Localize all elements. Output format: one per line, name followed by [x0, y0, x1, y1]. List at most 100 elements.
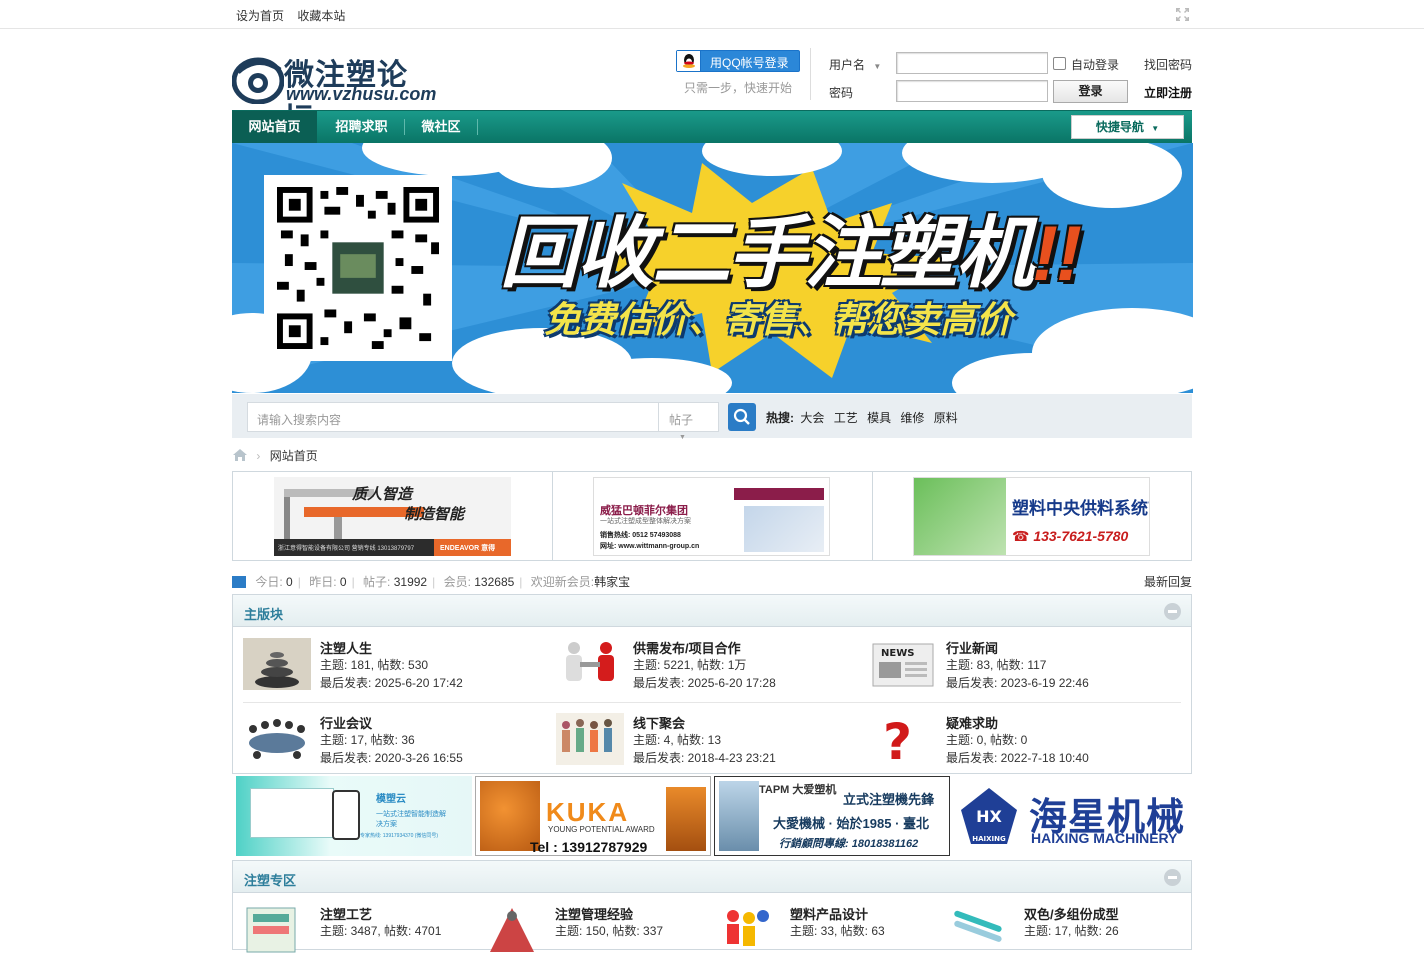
ad-cell: 质人智造 制造智能 浙江意得智能设备有限公司 营销专线 13013879797 …	[233, 472, 553, 560]
forum-name[interactable]: 供需发布/项目合作	[633, 638, 741, 657]
forum-item[interactable]: 供需发布/项目合作 主题: 5221, 帖数: 1万 最后发表: 2025-6-…	[556, 638, 856, 702]
hot-term[interactable]: 原料	[934, 411, 958, 425]
forum-last-post[interactable]: 最后发表: 2020-3-26 16:55	[320, 749, 463, 766]
username-input[interactable]	[896, 52, 1048, 74]
factory-illustration	[914, 478, 1006, 555]
hot-term[interactable]: 维修	[900, 411, 924, 425]
ad-wittmann[interactable]: 威猛巴顿菲尔集团 一站式注塑成型整体解决方案 销售热线: 0512 574930…	[593, 477, 830, 556]
main-nav: 网站首页 招聘求职 微社区 快捷导航 ▼	[232, 110, 1192, 143]
breadcrumb: › 网站首页	[233, 447, 318, 464]
ad-cell: 威猛巴顿菲尔集团 一站式注塑成型整体解决方案 销售热线: 0512 574930…	[553, 472, 873, 560]
toothbrush-icon	[954, 910, 1002, 942]
nav-community[interactable]: 微社区	[406, 111, 476, 143]
forum-item[interactable]: NEWS 行业新闻 主题: 83, 帖数: 117 最后发表: 2023-6-1…	[869, 638, 1169, 702]
ad-text: HAIXING MACHINERY	[1031, 830, 1178, 846]
forum-name[interactable]: 线下聚会	[633, 713, 685, 732]
forum-last-post[interactable]: 最后发表: 2022-7-18 10:40	[946, 749, 1089, 766]
ad-text: 大愛機械 · 始於1985 · 臺北	[773, 816, 930, 831]
forum-item[interactable]: 注塑人生 主题: 181, 帖数: 530 最后发表: 2025-6-20 17…	[243, 638, 543, 702]
login-button[interactable]: 登录	[1053, 80, 1128, 103]
site-logo[interactable]: 微注塑论坛 www.vzhusu.com	[232, 50, 437, 137]
auto-login-checkbox[interactable]	[1053, 57, 1066, 70]
forgot-password-link[interactable]: 找回密码	[1144, 56, 1192, 73]
ad-haixing[interactable]: HX HAIXING 海星机械 HAIXING MACHINERY	[953, 776, 1189, 856]
section-main: 主版块 注塑人生 主题: 181, 帖数: 530 最后发表: 2025-6-2…	[232, 594, 1192, 774]
section-header[interactable]: 注塑专区	[233, 861, 1191, 893]
forum-name[interactable]: 注塑管理经验	[555, 904, 633, 923]
latest-reply-link[interactable]: 最新回复	[1144, 573, 1192, 590]
forum-stats: 主题: 150, 帖数: 337	[555, 924, 664, 938]
bookmark-link[interactable]: 收藏本站	[297, 9, 345, 23]
hot-term[interactable]: 工艺	[834, 411, 858, 425]
search-button[interactable]	[728, 403, 756, 431]
register-link[interactable]: 立即注册	[1144, 84, 1192, 101]
ad-text: 销售热线: 0512 57493088	[600, 532, 681, 539]
header-divider	[810, 48, 811, 100]
qr-code-icon	[277, 187, 439, 349]
caret-down-icon: ▼	[1151, 124, 1160, 133]
stat-yesterday: 0	[339, 575, 347, 589]
search-bar: 请输入搜索内容 帖子 ▼ 热搜: 大会 工艺 模具 维修 原料	[232, 394, 1192, 441]
svg-text:HX: HX	[976, 807, 1002, 826]
ad-text: 塑料中央供料系统首选	[1012, 499, 1149, 518]
forum-last-post[interactable]: 最后发表: 2025-6-20 17:28	[633, 674, 776, 691]
ad-text: 制造智能	[404, 506, 465, 523]
ad-endeavor[interactable]: 质人智造 制造智能 浙江意得智能设备有限公司 营销专线 13013879797 …	[274, 477, 511, 556]
forum-item[interactable]: 线下聚会 主题: 4, 帖数: 13 最后发表: 2018-4-23 23:21	[556, 713, 856, 777]
section-header[interactable]: 主版块	[233, 595, 1191, 627]
hot-term[interactable]: 模具	[867, 411, 891, 425]
forum-name[interactable]: 注塑人生	[320, 638, 372, 657]
forum-name[interactable]: 注塑工艺	[320, 904, 372, 923]
hot-term[interactable]: 大会	[800, 411, 824, 425]
collapse-icon[interactable]	[1164, 603, 1181, 620]
set-home-link[interactable]: 设为首页	[236, 9, 284, 23]
ad-text: 质人智造	[352, 486, 413, 503]
breadcrumb-current[interactable]: 网站首页	[270, 449, 318, 463]
forum-name[interactable]: 双色/多组份成型	[1024, 904, 1119, 923]
pawns-icon	[727, 910, 769, 946]
username-type-select[interactable]: 用户名 ▼	[829, 56, 881, 73]
forum-stats: 主题: 4, 帖数: 13	[633, 733, 722, 747]
forum-name[interactable]: 行业会议	[320, 713, 372, 732]
ad-kuka[interactable]: KUKA YOUNG POTENTIAL AWARD Tel : 1391278…	[475, 776, 711, 856]
forum-last-post[interactable]: 最后发表: 2025-6-20 17:42	[320, 674, 463, 691]
forum-item[interactable]: 塑料产品设计 主题: 33, 帖数: 63	[713, 904, 943, 968]
forum-name[interactable]: 疑难求助	[946, 713, 998, 732]
collapse-icon[interactable]	[1164, 869, 1181, 886]
svg-text:NEWS: NEWS	[881, 648, 914, 659]
forum-last-post[interactable]: 最后发表: 2018-4-23 23:21	[633, 749, 776, 766]
forum-item[interactable]: 注塑管理经验 主题: 150, 帖数: 337	[478, 904, 708, 968]
qq-login-button[interactable]: 用QQ帐号登录	[676, 50, 800, 72]
ad-text: 专家热线: 13917934370 (微信同号)	[360, 833, 439, 839]
password-input[interactable]	[896, 80, 1048, 102]
forum-item[interactable]: 行业会议 主题: 17, 帖数: 36 最后发表: 2020-3-26 16:5…	[243, 713, 543, 777]
nav-home[interactable]: 网站首页	[232, 111, 317, 143]
ad-moldcloud[interactable]: 模塑云 一站式注塑智能制造解决方案 专家热线: 13917934370 (微信同…	[236, 776, 472, 856]
ad-feeding-system[interactable]: 塑料中央供料系统首选 ☎ 133-7621-5780	[913, 477, 1150, 556]
hero-banner[interactable]: 回收二手注塑机!! 免费估价、寄售、帮您卖高价	[232, 143, 1193, 393]
banner-subtitle: 免费估价、寄售、帮您卖高价	[544, 299, 1013, 340]
hot-search: 热搜: 大会 工艺 模具 维修 原料	[766, 409, 964, 426]
ad-text: 立式注塑機先鋒	[843, 792, 935, 807]
forum-name[interactable]: 塑料产品设计	[790, 904, 868, 923]
search-input[interactable]: 请输入搜索内容	[247, 402, 659, 432]
ad-tapm[interactable]: TAPM 大爱塑机 立式注塑機先鋒 大愛機械 · 始於1985 · 臺北 行銷顧…	[714, 776, 950, 856]
newest-member-link[interactable]: 韩家宝	[594, 575, 630, 589]
forum-item[interactable]: 注塑工艺 主题: 3487, 帖数: 4701	[243, 904, 473, 968]
forum-last-post[interactable]: 最后发表: 2023-6-19 22:46	[946, 674, 1089, 691]
search-type-select[interactable]: 帖子 ▼	[658, 402, 719, 441]
wittmann-logo	[734, 488, 824, 500]
ad-cell: 塑料中央供料系统首选 ☎ 133-7621-5780	[873, 472, 1193, 560]
auto-login-label[interactable]: 自动登录	[1071, 56, 1119, 73]
machine-illustration	[744, 506, 824, 552]
question-mark-icon: ?	[883, 713, 912, 765]
fullscreen-icon[interactable]	[1176, 8, 1189, 21]
ad-phone: ☎ 133-7621-5780	[1012, 528, 1129, 544]
home-icon[interactable]	[233, 449, 247, 461]
forum-stats: 主题: 83, 帖数: 117	[946, 658, 1047, 672]
forum-name[interactable]: 行业新闻	[946, 638, 998, 657]
nav-jobs[interactable]: 招聘求职	[319, 111, 404, 143]
forum-item[interactable]: 双色/多组份成型 主题: 17, 帖数: 26	[947, 904, 1177, 968]
quick-nav-button[interactable]: 快捷导航 ▼	[1071, 115, 1184, 139]
forum-item[interactable]: ? 疑难求助 主题: 0, 帖数: 0 最后发表: 2022-7-18 10:4…	[869, 713, 1169, 777]
